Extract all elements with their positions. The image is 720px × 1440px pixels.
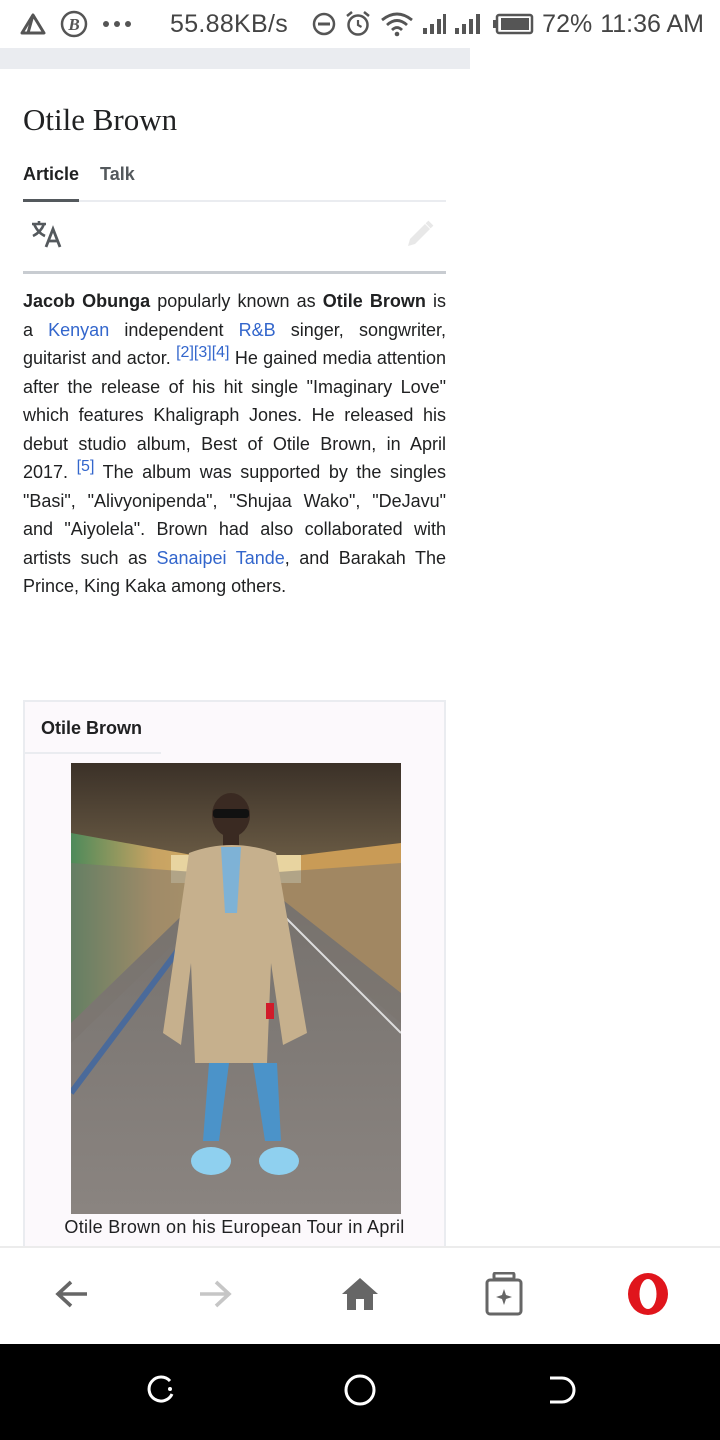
back-icon — [544, 1374, 576, 1411]
language-button[interactable] — [27, 217, 67, 257]
tab-article[interactable]: Article — [23, 160, 80, 202]
battery-percent: 72% — [542, 9, 593, 38]
back-button[interactable] — [46, 1270, 98, 1322]
article-tabs: Article Talk — [23, 160, 446, 202]
dnd-icon — [312, 12, 336, 36]
page-actions-bar — [23, 202, 446, 274]
home-circle-icon — [343, 1373, 377, 1412]
pencil-icon — [405, 219, 435, 254]
subject-alias: Otile Brown — [322, 291, 426, 311]
alert-triangle-icon — [20, 12, 46, 36]
recents-button[interactable] — [140, 1372, 180, 1412]
page-header-strip — [0, 48, 470, 69]
infobox: Otile Brown Otile Brown on his European … — [23, 700, 446, 1260]
page-title: Otile Brown — [23, 102, 178, 137]
forward-button[interactable] — [189, 1270, 241, 1322]
more-dots-icon — [102, 19, 132, 29]
opera-menu-button[interactable] — [622, 1270, 674, 1322]
article-intro-paragraph: Jacob Obunga popularly known as Otile Br… — [23, 287, 446, 601]
text-run: popularly known as — [150, 291, 323, 311]
reference-link[interactable]: [2][3][4] — [176, 344, 229, 361]
wifi-icon — [380, 11, 414, 37]
back-arrow-icon — [55, 1279, 89, 1314]
edit-button[interactable] — [400, 217, 440, 257]
status-bar: B 55.88KB/s 72% 11:36 AM — [0, 0, 720, 48]
tabs-icon — [485, 1271, 523, 1321]
tab-talk[interactable]: Talk — [100, 160, 135, 202]
battery-icon — [492, 13, 534, 35]
link-rnb[interactable]: R&B — [239, 320, 276, 340]
opera-logo-icon — [626, 1272, 670, 1321]
translate-icon — [30, 219, 64, 254]
home-icon — [341, 1277, 379, 1316]
network-speed: 55.88KB/s — [170, 9, 289, 38]
signal-icon — [422, 12, 447, 36]
home-button[interactable] — [334, 1270, 386, 1322]
tabs-button[interactable] — [478, 1270, 530, 1322]
text-run: independent — [109, 319, 239, 340]
alarm-icon — [344, 10, 372, 38]
infobox-caption: Otile Brown on his European Tour in Apri… — [64, 1217, 405, 1237]
browser-toolbar — [0, 1246, 720, 1344]
reference-link[interactable]: [5] — [77, 458, 95, 475]
subject-name: Jacob Obunga — [23, 291, 151, 311]
home-nav-button[interactable] — [340, 1372, 380, 1412]
link-sanaipei-tande[interactable]: Sanaipei Tande — [157, 548, 285, 568]
back-nav-button[interactable] — [540, 1372, 580, 1412]
forward-arrow-icon — [198, 1279, 232, 1314]
link-kenyan[interactable]: Kenyan — [48, 320, 109, 340]
recents-icon — [144, 1374, 176, 1411]
b-circle-icon: B — [60, 10, 88, 38]
infobox-title: Otile Brown — [25, 702, 161, 754]
system-nav-bar — [0, 1344, 720, 1440]
clock: 11:36 AM — [600, 9, 704, 38]
svg-text:B: B — [67, 15, 79, 34]
signal-icon — [454, 12, 484, 36]
infobox-photo[interactable] — [71, 763, 401, 1214]
